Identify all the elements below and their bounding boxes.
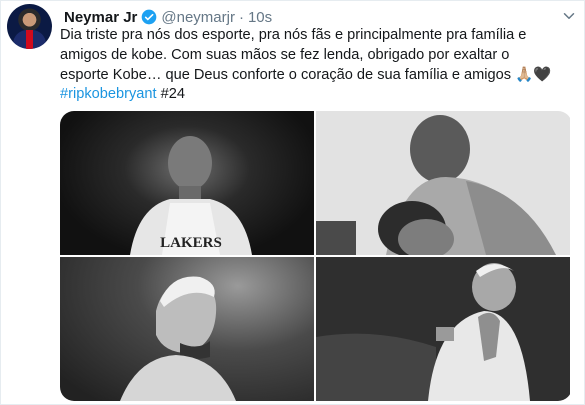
photo-kobe-portrait-art: LAKERS	[130, 136, 252, 255]
number-tag: #24	[160, 86, 185, 103]
photo-neymar-profile-art	[120, 276, 236, 401]
tweet-header: Neymar Jr @neymarjr · 10s	[64, 7, 272, 27]
photo-neymar-profile[interactable]	[60, 257, 314, 401]
chevron-down-icon[interactable]	[560, 7, 578, 25]
verified-badge-icon	[142, 9, 157, 25]
author-handle[interactable]: @neymarjr	[161, 9, 235, 26]
tweet-text: Dia triste pra nós dos esporte, pra nós …	[60, 26, 580, 105]
photo-hug-art	[316, 111, 570, 255]
media-grid: LAKERS	[60, 111, 572, 401]
tweet-text-line-3: esporte Kobe… que Deus conforte o coraçã…	[60, 66, 552, 83]
author-name[interactable]: Neymar Jr	[64, 9, 137, 26]
timestamp[interactable]: 10s	[248, 9, 272, 26]
photo-neymar-praying-art	[316, 257, 570, 401]
jersey-text: LAKERS	[160, 235, 222, 251]
tweet-text-line-2: amigos de kobe. Com suas mãos se fez len…	[60, 46, 510, 63]
tweet-card[interactable]: Neymar Jr @neymarjr · 10s Dia triste pra…	[0, 0, 585, 405]
avatar-stripe	[26, 30, 33, 49]
photo-hug[interactable]	[316, 111, 570, 255]
separator: ·	[238, 8, 244, 26]
photo-neymar-praying[interactable]	[316, 257, 570, 401]
hashtag-link[interactable]: #ripkobebryant	[60, 86, 157, 102]
photo-kobe-portrait[interactable]: LAKERS	[60, 111, 314, 255]
avatar[interactable]	[7, 4, 52, 49]
tweet-text-line-1: Dia triste pra nós dos esporte, pra nós …	[60, 27, 527, 43]
tweet-text-line-4: #ripkobebryant #24	[60, 85, 580, 105]
